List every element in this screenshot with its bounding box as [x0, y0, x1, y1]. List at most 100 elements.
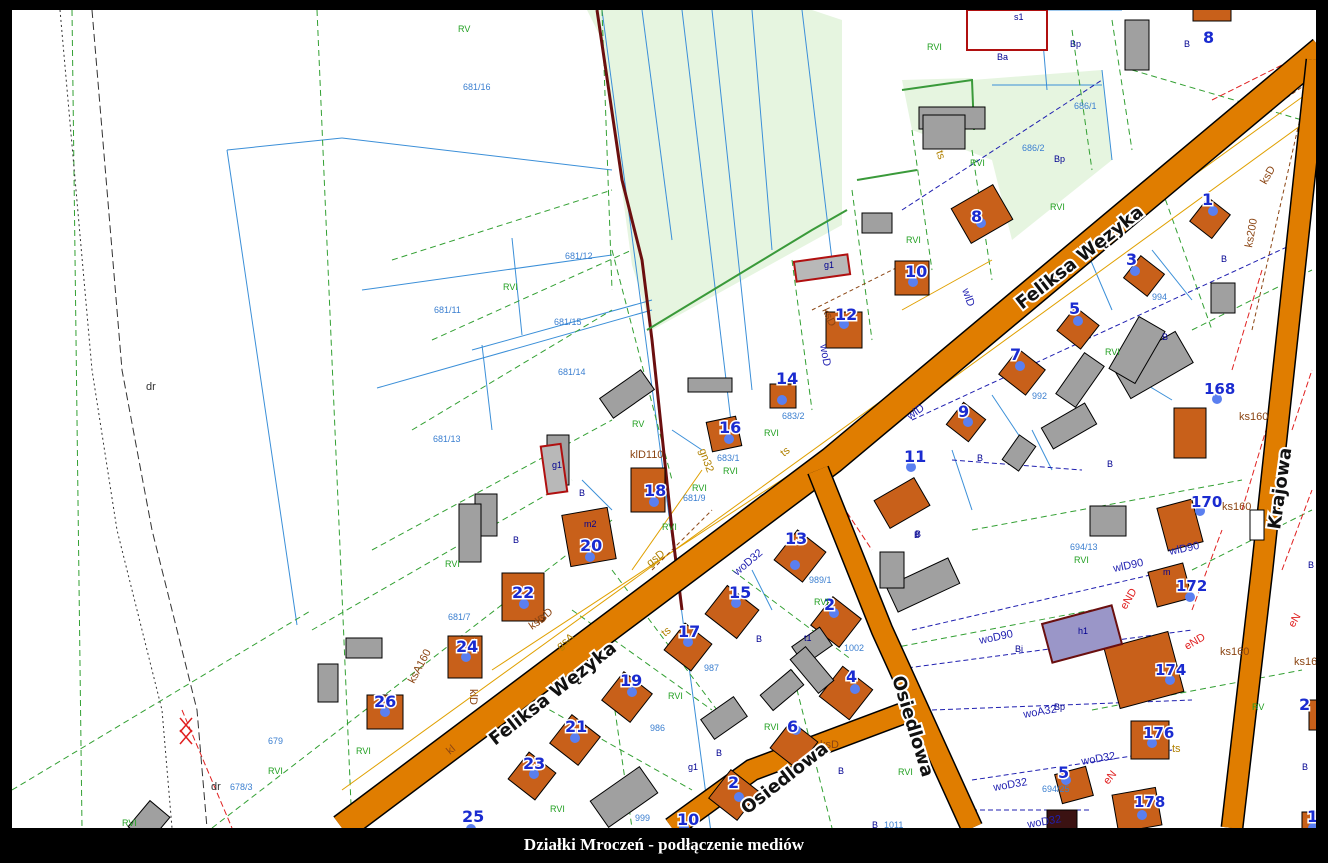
landuse-label: RVI: [268, 766, 283, 776]
building-outline: [966, 10, 1048, 51]
utility-label: klD: [467, 689, 479, 705]
plot-number: 174: [1155, 661, 1186, 679]
plot-dot: [790, 560, 800, 570]
landuse-boundary: [391, 189, 613, 261]
landuse-boundary: [316, 10, 353, 828]
building-existing: [1040, 402, 1098, 450]
building-planned: [1192, 10, 1232, 22]
building-tag: m2: [584, 519, 597, 529]
building-code: B: [1302, 762, 1308, 772]
drainage-line: [59, 10, 173, 828]
plot-number: 17: [678, 622, 700, 641]
landuse-label: RV: [1252, 702, 1264, 712]
utility-label: dr: [146, 381, 156, 393]
parcel-boundary: [226, 137, 343, 151]
utility-label: ksD: [1258, 164, 1278, 186]
landuse-label: RVI: [723, 466, 738, 476]
utility-label: woD32: [1025, 813, 1062, 828]
plot-number: 7: [1010, 345, 1021, 364]
building-code: Bp: [1054, 154, 1065, 164]
plot-number: 15: [729, 583, 751, 602]
parcel-id: 678/3: [230, 782, 253, 792]
building-code: B: [1107, 459, 1113, 469]
utility-label: gsD: [644, 548, 667, 570]
parcel-id: 681/9: [683, 493, 706, 503]
parcel-boundary: [991, 394, 1023, 441]
plot-number: 25: [462, 807, 484, 826]
building-code: B: [1221, 254, 1227, 264]
building-existing: [922, 114, 966, 150]
building-existing: [1124, 19, 1150, 71]
utility-label: klD110: [630, 449, 663, 461]
electric-line: [1231, 269, 1263, 371]
landuse-label: RVI: [764, 428, 779, 438]
utility-label: ks160: [1294, 656, 1316, 668]
utility-label: woD32: [1079, 750, 1116, 768]
plot-number: 10: [905, 262, 927, 281]
parcel-id: 681/7: [448, 612, 471, 622]
plot-number: 1: [1202, 190, 1213, 209]
map-viewport[interactable]: 1 2 3 4 5 6 7 8 9 10 11 12 13 14 15 16 17 18 19 20 21 22 23 24 2…: [12, 10, 1316, 828]
plot-number: 10: [677, 810, 699, 828]
building-existing: [687, 377, 733, 393]
building-existing: [861, 212, 893, 234]
utility-label: ks200: [1243, 218, 1260, 249]
landuse-label: RVI: [692, 483, 707, 493]
parcel-id: 994: [1152, 292, 1167, 302]
plot-number: 170: [1191, 493, 1222, 511]
landuse-label: RVI: [1050, 202, 1065, 212]
utility-label: woA32: [1021, 703, 1057, 721]
building-code: B: [716, 748, 722, 758]
plot-number: 6: [787, 717, 798, 736]
parcel-boundary: [376, 309, 653, 389]
plot-number: 178: [1134, 793, 1165, 811]
plot-number: 26: [374, 692, 396, 711]
parcel-id: 1002: [844, 643, 864, 653]
plot-number: 12: [835, 305, 857, 324]
building-existing: [458, 503, 482, 563]
plot-number: 8: [1203, 28, 1214, 47]
utility-label: eND: [1118, 586, 1139, 611]
plot-number: 19: [620, 671, 642, 690]
electric-line: [1291, 369, 1313, 431]
parcel-id: 681/14: [558, 367, 586, 377]
building-code: B: [838, 766, 844, 776]
parcel-id: 987: [704, 663, 719, 673]
building-planned: [873, 476, 931, 530]
plot-number: 2: [728, 773, 739, 792]
building-existing: [879, 551, 905, 589]
building-existing: [759, 668, 805, 712]
plot-dot: [777, 395, 787, 405]
building-existing: [598, 369, 656, 419]
utility-label: eND: [1183, 631, 1208, 652]
parcel-id: 694/13: [1070, 542, 1098, 552]
drainage-line: [91, 10, 208, 828]
building-tag: h1: [1078, 626, 1088, 636]
plot-number: 13: [1307, 807, 1316, 826]
plot-number: 22: [512, 583, 534, 602]
parcel-boundary: [581, 479, 613, 511]
utility-label: ks160: [1222, 501, 1251, 513]
building-existing: [700, 696, 748, 740]
landuse-label: RVI: [550, 804, 565, 814]
utility-label: dr: [211, 781, 221, 793]
building-code: Bp: [1070, 39, 1081, 49]
parcel-boundary: [951, 449, 973, 511]
utility-label: ks160: [1239, 411, 1268, 423]
utility-label: wlD: [959, 286, 977, 308]
building-planned: [1173, 407, 1207, 459]
building-code: B: [977, 453, 983, 463]
plot-number: 21: [565, 717, 587, 736]
electric-line: [181, 709, 233, 828]
landuse-label: RVI: [356, 746, 371, 756]
landuse-label: RVI: [1074, 555, 1089, 565]
plot-number: 20: [580, 536, 602, 555]
utility-label: eN: [1286, 611, 1303, 629]
utility-label: ts: [1172, 743, 1181, 755]
plot-number: 172: [1176, 577, 1207, 595]
landuse-label: RVI: [764, 722, 779, 732]
parcel-id: 679: [268, 736, 283, 746]
building-tag: s1: [1014, 12, 1024, 22]
landuse-label: RVI: [927, 42, 942, 52]
cadastral-map[interactable]: 1234567891011121314151617181920212223242…: [12, 10, 1316, 828]
